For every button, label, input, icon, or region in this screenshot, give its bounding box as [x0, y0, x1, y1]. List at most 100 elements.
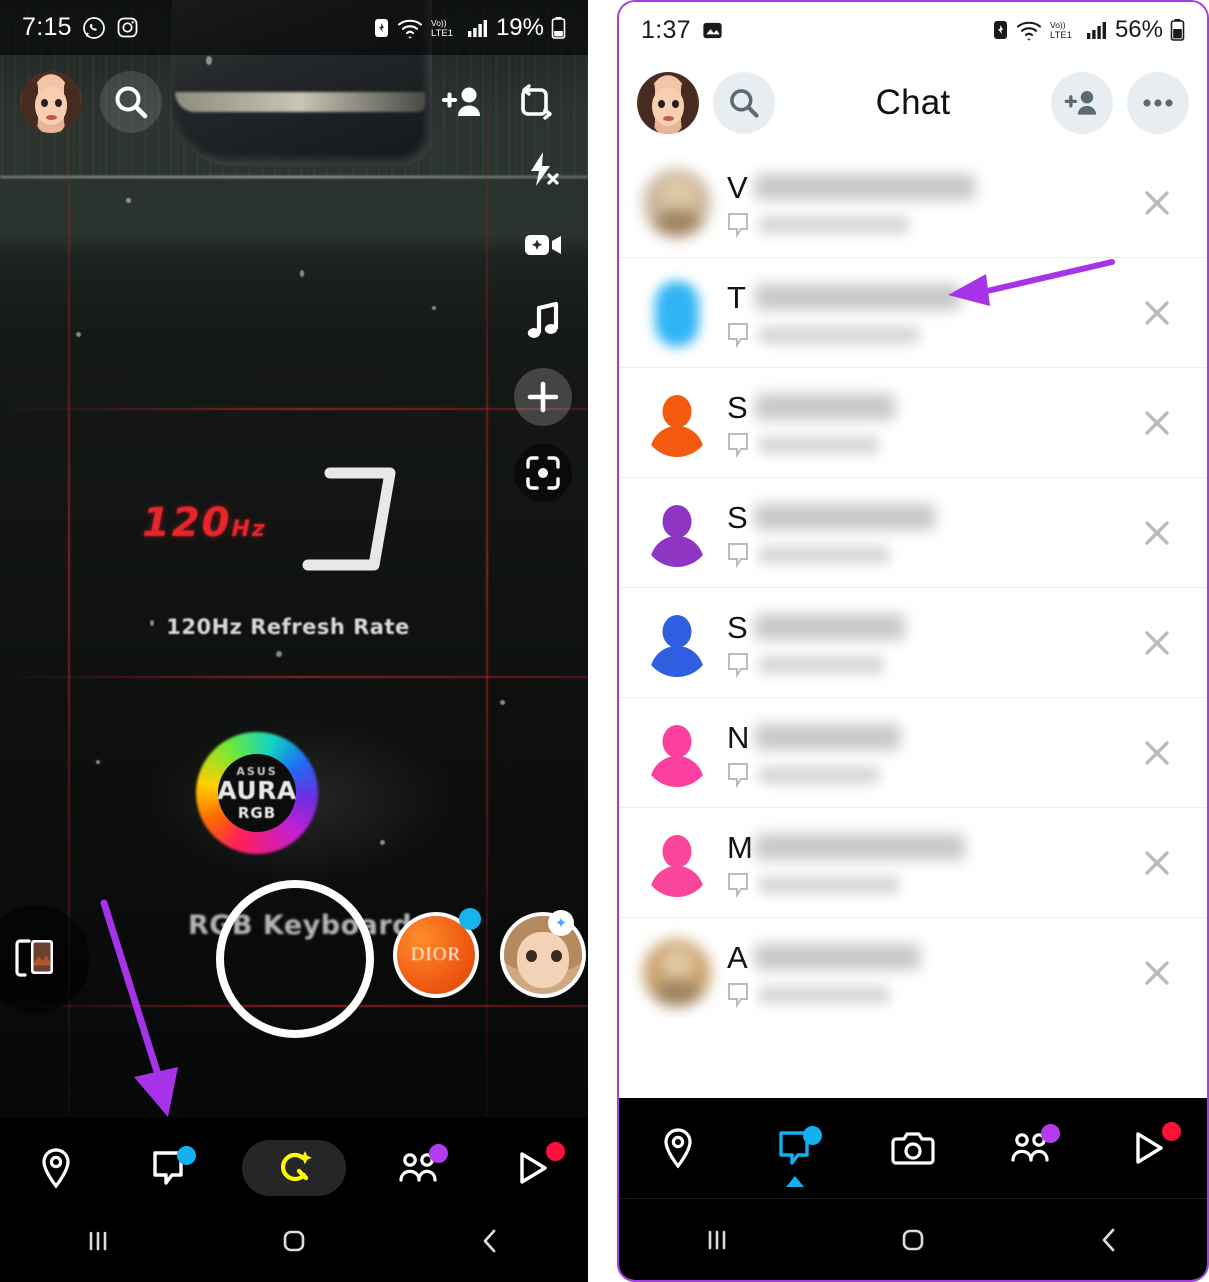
chat-row[interactable]: M — [619, 808, 1207, 918]
chat-badge — [803, 1126, 823, 1145]
avatar[interactable] — [643, 829, 711, 897]
night-video-button[interactable] — [514, 216, 572, 274]
chat-row[interactable]: S — [619, 588, 1207, 698]
stories-badge — [428, 1144, 448, 1163]
avatar[interactable] — [643, 719, 711, 787]
metal-edge-highlight — [0, 176, 588, 178]
avatar[interactable] — [643, 279, 711, 347]
sidebar-item-chat[interactable] — [126, 1138, 212, 1198]
aura-rgb-logo: ASUS AURA RGB — [196, 732, 318, 854]
right-status-bar: 1:37 Vo)) LTE1 56% — [619, 2, 1207, 58]
recents-icon[interactable] — [48, 1211, 148, 1271]
chat-status — [727, 982, 751, 1008]
close-icon[interactable] — [1107, 186, 1207, 220]
scan-button[interactable] — [514, 444, 572, 502]
chat-row-content: V — [711, 148, 1107, 257]
chat-status-icon — [728, 543, 748, 568]
chat-name: S — [727, 390, 748, 425]
sidebar-item-map[interactable] — [13, 1138, 99, 1198]
person-silhouette-icon — [643, 499, 711, 567]
wifi-icon — [1016, 21, 1042, 41]
music-icon — [527, 301, 559, 338]
search-button[interactable] — [713, 72, 775, 134]
sidebar-item-stories[interactable] — [988, 1118, 1074, 1178]
home-icon[interactable] — [244, 1211, 344, 1271]
music-button[interactable] — [514, 292, 572, 350]
chat-status-icon — [728, 653, 748, 678]
recents-icon[interactable] — [667, 1210, 767, 1270]
chat-row[interactable]: S — [619, 368, 1207, 478]
chat-status — [727, 652, 751, 678]
search-icon — [730, 89, 759, 118]
laptop-outline-icon — [302, 467, 396, 571]
sidebar-item-spotlight[interactable] — [489, 1138, 575, 1198]
flash-off-button[interactable] — [514, 140, 572, 198]
chat-row[interactable]: A — [619, 918, 1207, 1018]
close-icon[interactable] — [1107, 956, 1207, 990]
sidebar-item-map[interactable] — [635, 1118, 721, 1178]
battery-icon — [1170, 19, 1185, 41]
profile-avatar-button[interactable] — [637, 72, 699, 134]
flip-camera-button[interactable] — [506, 71, 568, 133]
back-icon[interactable] — [440, 1211, 540, 1271]
more-options-button[interactable] — [1127, 72, 1189, 134]
location-pin-icon — [42, 1148, 70, 1189]
close-icon[interactable] — [1107, 406, 1207, 440]
sidebar-item-chat[interactable] — [752, 1118, 838, 1187]
chat-status-redacted — [759, 766, 879, 784]
chat-header: Chat — [619, 58, 1207, 148]
signal-icon — [1086, 22, 1106, 39]
chat-row[interactable]: N — [619, 698, 1207, 808]
chat-status — [727, 322, 751, 348]
svg-text:LTE1: LTE1 — [431, 28, 453, 39]
aura-subtitle: RGB — [237, 803, 277, 822]
close-icon[interactable] — [1107, 846, 1207, 880]
avatar[interactable] — [643, 609, 711, 677]
sidebar-item-camera[interactable] — [239, 1138, 349, 1198]
close-icon[interactable] — [1107, 296, 1207, 330]
chat-status-icon — [728, 323, 748, 348]
person-silhouette-icon — [643, 389, 711, 457]
chat-name-redacted — [755, 724, 900, 750]
chat-name-redacted — [755, 614, 905, 640]
whatsapp-icon — [83, 16, 105, 39]
chat-list[interactable]: V T S S S N M A — [619, 148, 1207, 1018]
back-icon[interactable] — [1059, 1210, 1159, 1270]
shutter-button[interactable] — [216, 880, 374, 1038]
chat-badge — [177, 1146, 197, 1165]
chat-row[interactable]: T — [619, 258, 1207, 368]
add-lens-button[interactable] — [514, 368, 572, 426]
close-icon[interactable] — [1107, 516, 1207, 550]
svg-text:Vo)): Vo)) — [431, 18, 447, 28]
chat-status-redacted — [759, 986, 889, 1004]
chat-row[interactable]: V — [619, 148, 1207, 258]
search-button[interactable] — [100, 71, 162, 133]
profile-avatar-button[interactable] — [20, 71, 82, 133]
avatar[interactable] — [643, 938, 711, 1007]
chat-row-content: N — [711, 698, 1107, 807]
home-icon[interactable] — [863, 1210, 963, 1270]
add-friend-button[interactable] — [1051, 72, 1113, 134]
add-friend-button[interactable] — [432, 71, 494, 133]
left-status-bar: 7:15 Vo)) LTE1 19% — [0, 0, 588, 55]
sidebar-item-stories[interactable] — [376, 1138, 462, 1198]
camera-tool-rail — [514, 140, 572, 502]
avatar[interactable] — [643, 389, 711, 457]
alarm-icon — [993, 21, 1007, 39]
chat-status — [727, 762, 751, 788]
chat-name: T — [727, 280, 746, 315]
right-system-nav — [619, 1198, 1207, 1280]
close-icon[interactable] — [1107, 626, 1207, 660]
close-icon[interactable] — [1107, 736, 1207, 770]
red-grid-line — [0, 408, 588, 410]
sidebar-item-camera[interactable] — [870, 1118, 956, 1178]
avatar[interactable] — [643, 168, 711, 237]
active-tab-caret — [786, 1176, 805, 1187]
person-silhouette-icon — [643, 279, 711, 347]
chat-status-redacted — [759, 326, 919, 344]
avatar[interactable] — [643, 499, 711, 567]
plus-icon — [527, 381, 559, 413]
sidebar-item-spotlight[interactable] — [1105, 1118, 1191, 1178]
chat-status-redacted — [759, 876, 899, 894]
chat-row[interactable]: S — [619, 478, 1207, 588]
